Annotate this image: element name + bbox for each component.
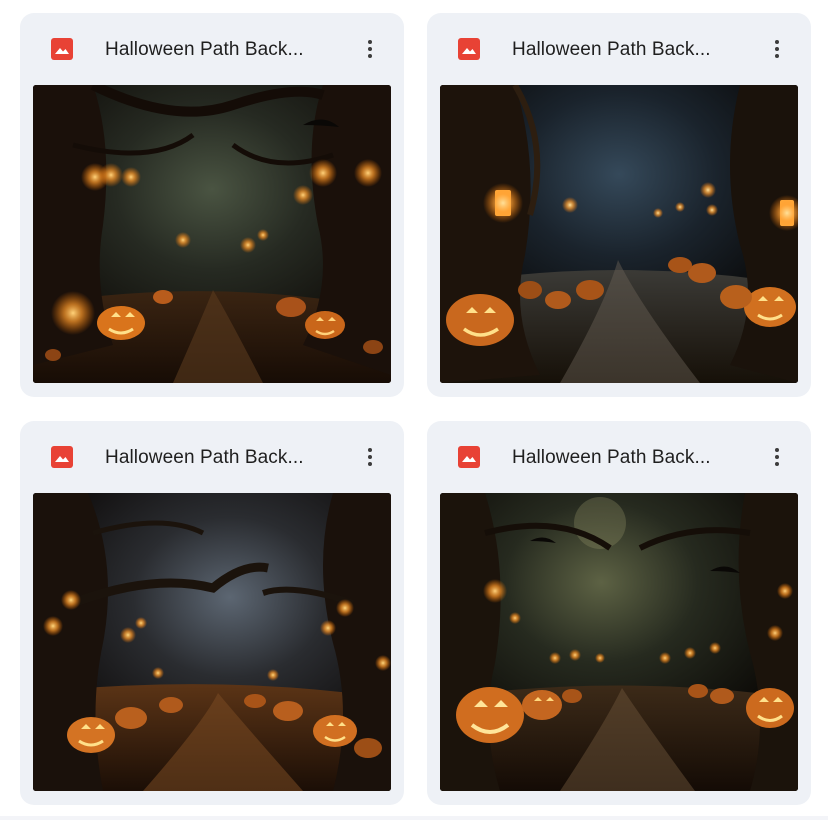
- image-file-icon: [458, 38, 480, 60]
- image-file-icon: [51, 38, 73, 60]
- more-options-button[interactable]: [763, 443, 791, 471]
- image-file-icon: [51, 446, 73, 468]
- more-vert-icon-dot: [368, 462, 372, 466]
- more-vert-icon-dot: [775, 54, 779, 58]
- file-card-header: Halloween Path Back...: [20, 13, 404, 85]
- file-card[interactable]: Halloween Path Back...: [20, 13, 404, 397]
- file-card[interactable]: Halloween Path Back...: [20, 421, 404, 805]
- more-options-button[interactable]: [356, 443, 384, 471]
- more-vert-icon-dot: [775, 47, 779, 51]
- file-card-header: Halloween Path Back...: [20, 421, 404, 493]
- file-card-header: Halloween Path Back...: [427, 13, 811, 85]
- file-title[interactable]: Halloween Path Back...: [105, 445, 337, 471]
- more-vert-icon: [775, 40, 779, 44]
- file-grid: Halloween Path Back... Halloween Path Ba…: [0, 0, 828, 820]
- more-vert-icon-dot: [775, 455, 779, 459]
- more-vert-icon: [368, 40, 372, 44]
- image-thumbnail[interactable]: [33, 85, 391, 383]
- file-card-header: Halloween Path Back...: [427, 421, 811, 493]
- more-options-button[interactable]: [356, 35, 384, 63]
- file-title[interactable]: Halloween Path Back...: [105, 37, 337, 63]
- file-title[interactable]: Halloween Path Back...: [512, 37, 744, 63]
- more-vert-icon: [368, 448, 372, 452]
- more-vert-icon-dot: [775, 462, 779, 466]
- file-card[interactable]: Halloween Path Back...: [427, 13, 811, 397]
- more-options-button[interactable]: [763, 35, 791, 63]
- image-file-icon: [458, 446, 480, 468]
- more-vert-icon: [775, 448, 779, 452]
- more-vert-icon-dot: [368, 54, 372, 58]
- image-thumbnail[interactable]: [33, 493, 391, 791]
- more-vert-icon-dot: [368, 47, 372, 51]
- page-bottom-edge: [0, 816, 828, 820]
- image-thumbnail[interactable]: [440, 493, 798, 791]
- file-title[interactable]: Halloween Path Back...: [512, 445, 744, 471]
- more-vert-icon-dot: [368, 455, 372, 459]
- image-thumbnail[interactable]: [440, 85, 798, 383]
- file-card[interactable]: Halloween Path Back...: [427, 421, 811, 805]
